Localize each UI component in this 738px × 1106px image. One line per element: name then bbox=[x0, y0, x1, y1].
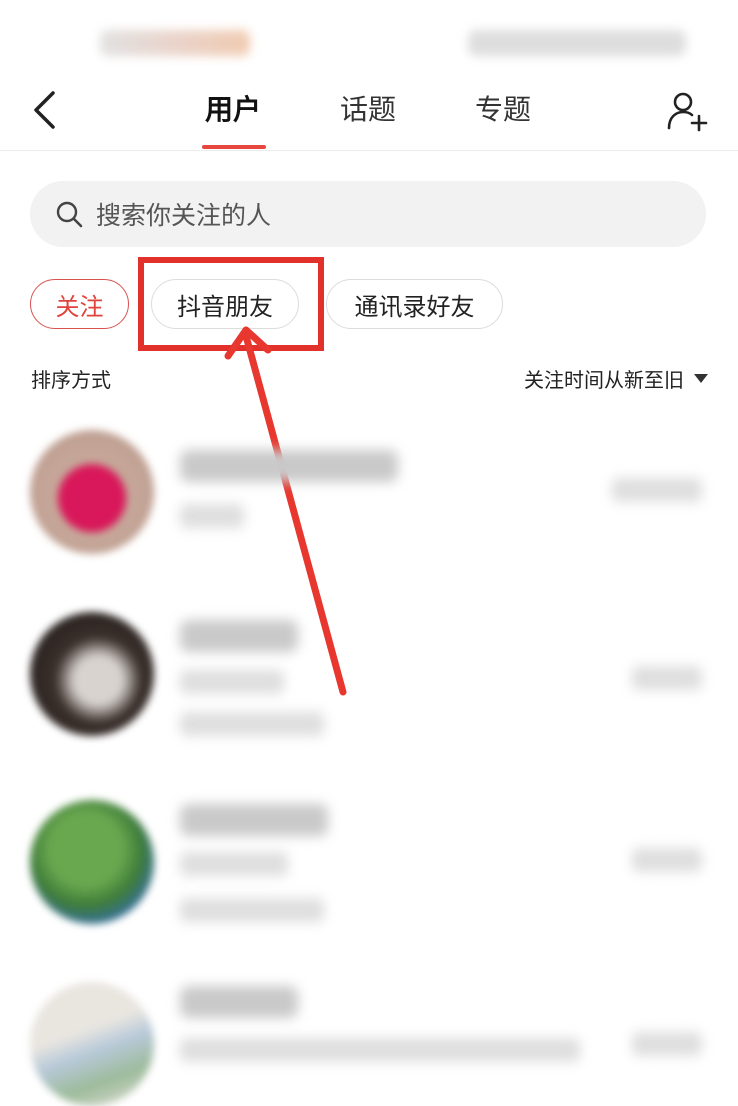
back-icon bbox=[34, 91, 55, 129]
tab-users[interactable]: 用户 bbox=[205, 90, 261, 130]
search-placeholder: 搜索你关注的人 bbox=[96, 201, 272, 230]
add-user-icon bbox=[667, 92, 708, 132]
filter-following[interactable]: 关注 bbox=[30, 279, 129, 329]
list-item[interactable] bbox=[0, 982, 738, 1106]
status-bar bbox=[0, 0, 738, 80]
sort-value: 关注时间从新至旧 bbox=[524, 368, 684, 392]
avatar bbox=[30, 612, 154, 736]
avatar bbox=[30, 430, 154, 554]
sort-label: 排序方式 bbox=[31, 368, 111, 392]
sort-dropdown[interactable]: 关注时间从新至旧 bbox=[524, 364, 708, 393]
search-input[interactable]: 搜索你关注的人 bbox=[30, 181, 706, 247]
list-item[interactable] bbox=[0, 800, 738, 980]
active-tab-indicator bbox=[202, 145, 266, 149]
filter-contacts-friends[interactable]: 通讯录好友 bbox=[326, 279, 503, 329]
top-navigation: 用户 话题 专题 bbox=[0, 72, 738, 151]
search-icon bbox=[54, 199, 84, 229]
list-item[interactable] bbox=[0, 430, 738, 610]
caret-down-icon bbox=[694, 374, 708, 383]
tab-topics[interactable]: 话题 bbox=[340, 90, 396, 130]
list-item[interactable] bbox=[0, 612, 738, 792]
annotation-highlight-box bbox=[138, 257, 324, 351]
back-button[interactable] bbox=[24, 88, 64, 132]
avatar bbox=[30, 800, 154, 924]
tab-specials[interactable]: 专题 bbox=[475, 90, 531, 130]
avatar bbox=[30, 982, 154, 1106]
add-friend-button[interactable] bbox=[664, 88, 710, 134]
